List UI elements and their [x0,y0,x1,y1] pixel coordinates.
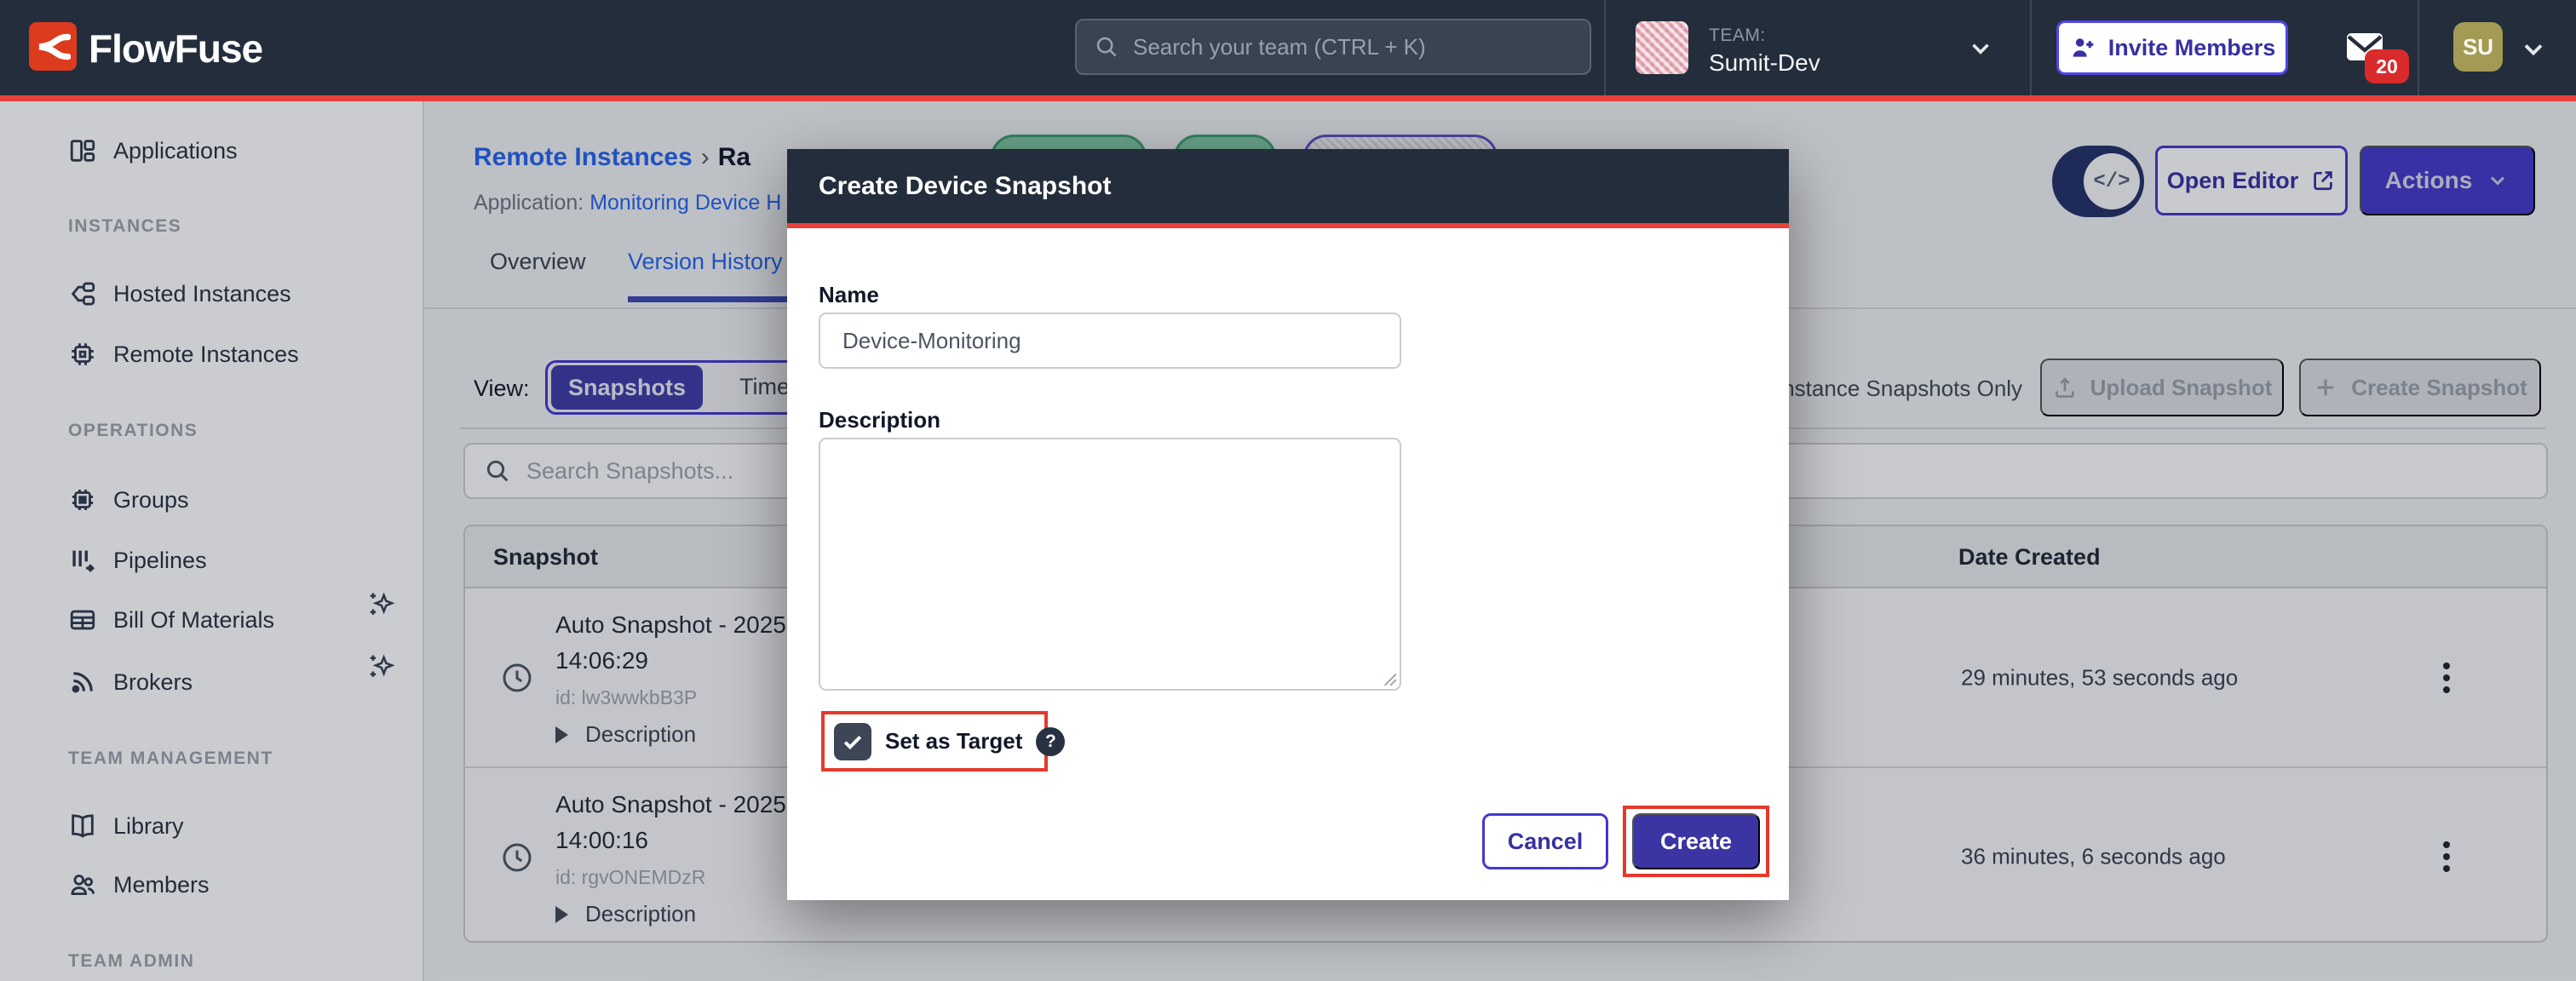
search-icon [1094,34,1119,60]
team-avatar[interactable] [1636,21,1688,74]
notification-count-badge: 20 [2365,49,2409,83]
team-switcher-chevron-icon[interactable] [1966,34,1995,67]
team-search-input[interactable] [1133,34,1573,60]
help-icon[interactable]: ? [1036,727,1065,756]
modal-header: Create Device Snapshot [787,149,1789,223]
annotation-highlight-set-as-target: Set as Target ? [821,711,1048,772]
team-search-box[interactable] [1075,19,1591,75]
set-as-target-label: Set as Target [885,728,1022,754]
cancel-button[interactable]: Cancel [1482,813,1608,869]
top-navbar: FlowFuse TEAM: Sumit-Dev Invite Members … [0,0,2576,95]
accent-red-strip [0,95,2576,101]
navbar-divider [2418,0,2419,95]
description-label: Description [819,407,940,433]
flowfuse-logo-icon[interactable] [29,22,77,71]
app-screen: FlowFuse TEAM: Sumit-Dev Invite Members … [0,0,2576,981]
team-label: TEAM: [1709,26,1766,46]
navbar-divider [2030,0,2032,95]
invite-members-label: Invite Members [2108,35,2276,61]
create-button[interactable]: Create [1632,813,1760,869]
set-as-target-checkbox[interactable] [834,723,871,760]
annotation-highlight-create: Create [1623,806,1769,877]
user-avatar[interactable]: SU [2453,22,2503,72]
logo-wordmark: FlowFuse [89,26,262,72]
team-name: Sumit-Dev [1709,49,1820,77]
description-field[interactable] [819,438,1401,691]
user-menu-chevron-icon[interactable] [2518,34,2549,69]
invite-members-button[interactable]: Invite Members [2056,20,2288,75]
user-plus-icon [2069,34,2096,61]
name-field[interactable] [819,313,1401,369]
check-icon [840,729,865,754]
modal-accent-bar [787,223,1789,228]
create-device-snapshot-modal: Create Device Snapshot Name Description … [787,149,1789,900]
modal-title: Create Device Snapshot [819,172,1111,201]
navbar-divider [1604,0,1606,95]
name-label: Name [819,282,879,308]
